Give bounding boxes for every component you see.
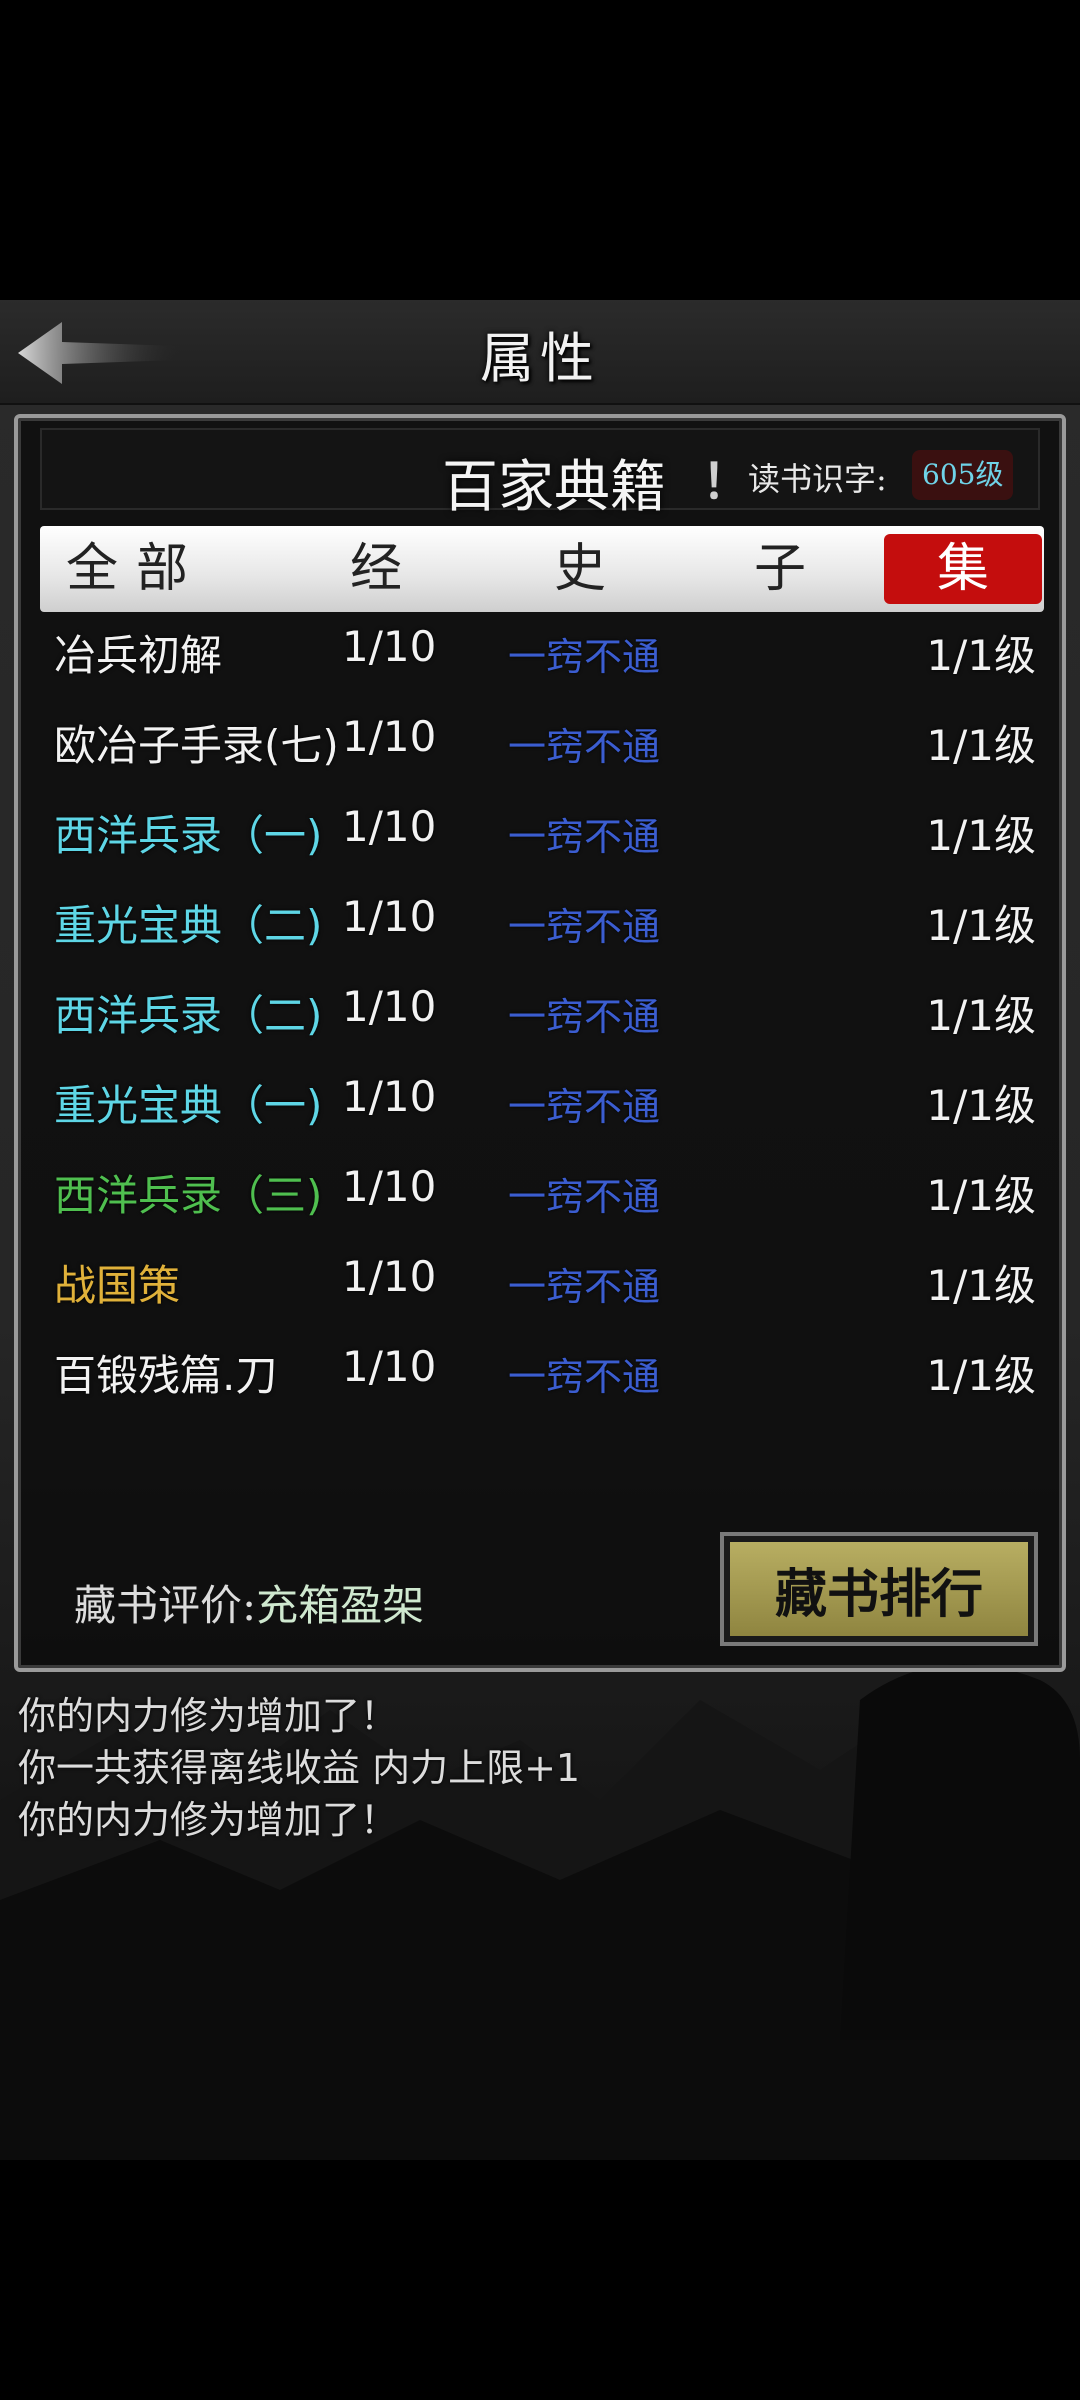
book-row[interactable]: 冶兵初解 1/10 一窍不通 1/1级	[18, 612, 1062, 702]
panel-title: 百家典籍	[442, 455, 666, 520]
tab-ji[interactable]: 集	[884, 534, 1042, 604]
category-tabs: 全部 经 史 子 集	[40, 526, 1044, 612]
info-icon[interactable]: ！	[702, 442, 750, 512]
book-count: 1/10	[342, 1342, 437, 1391]
book-row[interactable]: 战国策 1/10 一窍不通 1/1级	[18, 1242, 1062, 1332]
book-row[interactable]: 重光宝典（二) 1/10 一窍不通 1/1级	[18, 882, 1062, 972]
tab-jing[interactable]: 经	[336, 534, 416, 604]
book-row[interactable]: 百锻残篇.刀 1/10 一窍不通 1/1级	[18, 1332, 1062, 1422]
book-row[interactable]: 西洋兵录（一) 1/10 一窍不通 1/1级	[18, 792, 1062, 882]
message-log: 你的内力修为增加了！ 你一共获得离线收益 内力上限+1 你的内力修为增加了！	[18, 1690, 580, 1846]
book-name: 欧冶子手录(七)	[54, 721, 339, 770]
book-mastery: 一窍不通	[508, 995, 661, 1039]
book-name: 西洋兵录（三)	[54, 1171, 323, 1220]
tab-zi[interactable]: 子	[740, 534, 820, 604]
book-count: 1/10	[342, 712, 437, 761]
book-name: 西洋兵录（一)	[54, 811, 323, 860]
book-mastery: 一窍不通	[508, 905, 661, 949]
book-level: 1/1级	[926, 991, 1036, 1040]
book-level: 1/1级	[926, 811, 1036, 860]
book-name: 重光宝典（一)	[54, 1081, 323, 1130]
book-name: 重光宝典（二)	[54, 901, 323, 950]
book-name: 战国策	[54, 1261, 181, 1310]
read-skill-level-badge: 605级	[912, 450, 1014, 500]
book-level: 1/1级	[926, 901, 1036, 950]
book-mastery: 一窍不通	[508, 1265, 661, 1309]
book-name: 西洋兵录（二)	[54, 991, 323, 1040]
book-level: 1/1级	[926, 721, 1036, 770]
panel-header: 百家典籍 ！ 读书识字: 605级	[40, 428, 1040, 520]
page-title: 属性	[480, 327, 600, 390]
collection-rating-label: 藏书评价:	[74, 1581, 257, 1630]
book-level: 1/1级	[926, 1351, 1036, 1400]
book-count: 1/10	[342, 892, 437, 941]
read-skill-label: 读书识字:	[748, 460, 887, 498]
book-count: 1/10	[342, 1252, 437, 1301]
library-panel: 人物属性 百家典籍 ！ 读书识字: 605级 全部 经 史 子 集 冶兵初解1/…	[14, 414, 1066, 1672]
book-count: 1/10	[342, 982, 437, 1031]
tab-shi[interactable]: 史	[540, 534, 620, 604]
book-mastery: 一窍不通	[508, 1175, 661, 1219]
book-mastery: 一窍不通	[508, 815, 661, 859]
collection-rating-value: 充箱盈架	[256, 1581, 425, 1630]
book-name: 百锻残篇.刀	[54, 1351, 278, 1400]
book-mastery: 一窍不通	[508, 1355, 661, 1399]
book-level: 1/1级	[926, 1261, 1036, 1310]
book-level: 1/1级	[926, 631, 1036, 680]
collection-rank-button-label: 藏书排行	[774, 1565, 983, 1625]
collection-rating: 藏书评价:充箱盈架	[74, 1572, 424, 1633]
book-row[interactable]: 欧冶子手录(七) 1/10 一窍不通 1/1级	[18, 702, 1062, 792]
book-row[interactable]: 重光宝典（一) 1/10 一窍不通 1/1级	[18, 1062, 1062, 1152]
book-row[interactable]: 西洋兵录（三) 1/10 一窍不通 1/1级	[18, 1152, 1062, 1242]
book-count: 1/10	[342, 622, 437, 671]
book-name: 冶兵初解	[54, 631, 223, 680]
log-line: 你的内力修为增加了！	[18, 1694, 399, 1738]
book-mastery: 一窍不通	[508, 1085, 661, 1129]
book-count: 1/10	[342, 802, 437, 851]
book-row[interactable]: 西洋兵录（二) 1/10 一窍不通 1/1级	[18, 972, 1062, 1062]
book-mastery: 一窍不通	[508, 725, 661, 769]
book-level: 1/1级	[926, 1081, 1036, 1130]
log-line: 你一共获得离线收益 内力上限+1	[18, 1746, 581, 1790]
book-count: 1/10	[342, 1162, 437, 1211]
log-line: 你的内力修为增加了！	[18, 1798, 399, 1842]
book-level: 1/1级	[926, 1171, 1036, 1220]
book-mastery: 一窍不通	[508, 635, 661, 679]
top-bar: 属性	[0, 300, 1080, 405]
collection-rank-button[interactable]: 藏书排行	[720, 1532, 1038, 1646]
book-count: 1/10	[342, 1072, 437, 1121]
tab-all[interactable]: 全部	[66, 534, 206, 604]
